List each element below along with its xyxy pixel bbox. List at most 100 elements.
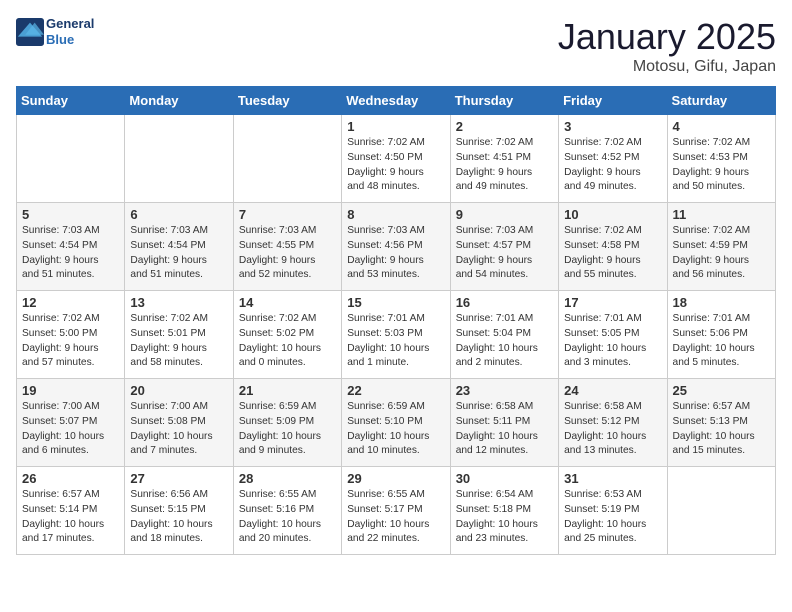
calendar-week-row: 1 Sunrise: 7:02 AM Sunset: 4:50 PM Daylig… [17, 115, 776, 203]
calendar-cell: 4 Sunrise: 7:02 AM Sunset: 4:53 PM Daylig… [667, 115, 775, 203]
day-number: 28 [239, 471, 336, 486]
header-saturday: Saturday [667, 87, 775, 115]
day-info: Sunrise: 6:57 AM Sunset: 5:14 PM Dayligh… [22, 488, 119, 547]
calendar-cell: 20Sunrise: 7:00 AM Sunset: 5:08 PM Dayli… [125, 379, 233, 467]
day-info: Sunrise: 6:53 AM Sunset: 5:19 PM Dayligh… [564, 488, 661, 547]
calendar-week-row: 12 Sunrise: 7:02 AM Sunset: 5:00 PM Dayli… [17, 291, 776, 379]
day-number: 4 [673, 119, 770, 134]
day-info: Sunrise: 6:58 AM Sunset: 5:11 PM Dayligh… [456, 400, 553, 459]
day-info: Sunrise: 7:01 AM Sunset: 5:03 PM Dayligh… [347, 312, 444, 371]
day-info: Sunrise: 6:59 AM Sunset: 5:09 PM Dayligh… [239, 400, 336, 459]
day-info: Sunrise: 7:01 AM Sunset: 5:06 PM Dayligh… [673, 312, 770, 371]
day-number: 1 [347, 119, 444, 134]
day-number: 16 [456, 295, 553, 310]
day-number: 10 [564, 207, 661, 222]
calendar-cell: 8 Sunrise: 7:03 AM Sunset: 4:56 PM Daylig… [342, 203, 450, 291]
title-block: January 2025 Motosu, Gifu, Japan [558, 16, 776, 76]
calendar-cell: 5 Sunrise: 7:03 AM Sunset: 4:54 PM Daylig… [17, 203, 125, 291]
calendar-cell: 1 Sunrise: 7:02 AM Sunset: 4:50 PM Daylig… [342, 115, 450, 203]
day-info: Sunrise: 7:01 AM Sunset: 5:04 PM Dayligh… [456, 312, 553, 371]
calendar-cell: 13Sunrise: 7:02 AM Sunset: 5:01 PM Dayli… [125, 291, 233, 379]
day-number: 13 [130, 295, 227, 310]
day-number: 7 [239, 207, 336, 222]
day-info: Sunrise: 7:00 AM Sunset: 5:08 PM Dayligh… [130, 400, 227, 459]
calendar-cell: 29Sunrise: 6:55 AM Sunset: 5:17 PM Dayli… [342, 467, 450, 555]
calendar-cell: 18 Sunrise: 7:01 AM Sunset: 5:06 PM Dayli… [667, 291, 775, 379]
day-number: 8 [347, 207, 444, 222]
calendar-cell: 23 Sunrise: 6:58 AM Sunset: 5:11 PM Dayli… [450, 379, 558, 467]
day-info: Sunrise: 6:59 AM Sunset: 5:10 PM Dayligh… [347, 400, 444, 459]
day-number: 18 [673, 295, 770, 310]
calendar-week-row: 26 Sunrise: 6:57 AM Sunset: 5:14 PM Dayli… [17, 467, 776, 555]
header-sunday: Sunday [17, 87, 125, 115]
day-number: 11 [673, 207, 770, 222]
header-tuesday: Tuesday [233, 87, 341, 115]
day-info: Sunrise: 7:02 AM Sunset: 4:52 PM Dayligh… [564, 136, 661, 195]
calendar-cell: 22 Sunrise: 6:59 AM Sunset: 5:10 PM Dayli… [342, 379, 450, 467]
logo: General Blue [16, 16, 94, 47]
calendar-week-row: 5 Sunrise: 7:03 AM Sunset: 4:54 PM Daylig… [17, 203, 776, 291]
day-number: 22 [347, 383, 444, 398]
day-info: Sunrise: 7:00 AM Sunset: 5:07 PM Dayligh… [22, 400, 119, 459]
calendar-cell: 25Sunrise: 6:57 AM Sunset: 5:13 PM Dayli… [667, 379, 775, 467]
day-info: Sunrise: 7:02 AM Sunset: 4:53 PM Dayligh… [673, 136, 770, 195]
day-number: 19 [22, 383, 119, 398]
location-subtitle: Motosu, Gifu, Japan [558, 58, 776, 76]
day-info: Sunrise: 7:02 AM Sunset: 4:59 PM Dayligh… [673, 224, 770, 283]
day-info: Sunrise: 7:03 AM Sunset: 4:54 PM Dayligh… [130, 224, 227, 283]
header-wednesday: Wednesday [342, 87, 450, 115]
calendar-cell: 17Sunrise: 7:01 AM Sunset: 5:05 PM Dayli… [559, 291, 667, 379]
calendar-cell: 14Sunrise: 7:02 AM Sunset: 5:02 PM Dayli… [233, 291, 341, 379]
calendar-cell: 31 Sunrise: 6:53 AM Sunset: 5:19 PM Dayli… [559, 467, 667, 555]
calendar-cell [125, 115, 233, 203]
day-info: Sunrise: 7:03 AM Sunset: 4:55 PM Dayligh… [239, 224, 336, 283]
calendar-cell: 19 Sunrise: 7:00 AM Sunset: 5:07 PM Dayli… [17, 379, 125, 467]
calendar-table: SundayMondayTuesdayWednesdayThursdayFrid… [16, 86, 776, 555]
calendar-cell [233, 115, 341, 203]
calendar-cell: 7 Sunrise: 7:03 AM Sunset: 4:55 PM Daylig… [233, 203, 341, 291]
calendar-cell: 15Sunrise: 7:01 AM Sunset: 5:03 PM Dayli… [342, 291, 450, 379]
calendar-cell: 27Sunrise: 6:56 AM Sunset: 5:15 PM Dayli… [125, 467, 233, 555]
day-info: Sunrise: 7:02 AM Sunset: 5:00 PM Dayligh… [22, 312, 119, 371]
day-number: 26 [22, 471, 119, 486]
day-number: 31 [564, 471, 661, 486]
calendar-cell: 26 Sunrise: 6:57 AM Sunset: 5:14 PM Dayli… [17, 467, 125, 555]
calendar-header-row: SundayMondayTuesdayWednesdayThursdayFrid… [17, 87, 776, 115]
day-info: Sunrise: 7:03 AM Sunset: 4:54 PM Dayligh… [22, 224, 119, 283]
day-number: 21 [239, 383, 336, 398]
day-number: 30 [456, 471, 553, 486]
day-info: Sunrise: 7:03 AM Sunset: 4:56 PM Dayligh… [347, 224, 444, 283]
calendar-cell: 12 Sunrise: 7:02 AM Sunset: 5:00 PM Dayli… [17, 291, 125, 379]
day-number: 23 [456, 383, 553, 398]
calendar-cell: 30 Sunrise: 6:54 AM Sunset: 5:18 PM Dayli… [450, 467, 558, 555]
day-number: 5 [22, 207, 119, 222]
header-thursday: Thursday [450, 87, 558, 115]
day-info: Sunrise: 6:56 AM Sunset: 5:15 PM Dayligh… [130, 488, 227, 547]
day-info: Sunrise: 7:01 AM Sunset: 5:05 PM Dayligh… [564, 312, 661, 371]
day-info: Sunrise: 7:02 AM Sunset: 4:50 PM Dayligh… [347, 136, 444, 195]
day-info: Sunrise: 6:57 AM Sunset: 5:13 PM Dayligh… [673, 400, 770, 459]
calendar-cell: 9 Sunrise: 7:03 AM Sunset: 4:57 PM Daylig… [450, 203, 558, 291]
day-info: Sunrise: 7:02 AM Sunset: 4:51 PM Dayligh… [456, 136, 553, 195]
calendar-cell [667, 467, 775, 555]
header-friday: Friday [559, 87, 667, 115]
day-info: Sunrise: 7:02 AM Sunset: 4:58 PM Dayligh… [564, 224, 661, 283]
logo-text: General Blue [46, 16, 94, 47]
day-info: Sunrise: 6:55 AM Sunset: 5:16 PM Dayligh… [239, 488, 336, 547]
day-number: 9 [456, 207, 553, 222]
page-header: General Blue January 2025 Motosu, Gifu, … [16, 16, 776, 76]
day-number: 12 [22, 295, 119, 310]
day-number: 6 [130, 207, 227, 222]
day-info: Sunrise: 7:02 AM Sunset: 5:02 PM Dayligh… [239, 312, 336, 371]
calendar-cell: 10 Sunrise: 7:02 AM Sunset: 4:58 PM Dayli… [559, 203, 667, 291]
calendar-week-row: 19 Sunrise: 7:00 AM Sunset: 5:07 PM Dayli… [17, 379, 776, 467]
day-number: 24 [564, 383, 661, 398]
day-number: 2 [456, 119, 553, 134]
day-info: Sunrise: 7:03 AM Sunset: 4:57 PM Dayligh… [456, 224, 553, 283]
calendar-cell: 3Sunrise: 7:02 AM Sunset: 4:52 PM Daylig… [559, 115, 667, 203]
calendar-cell [17, 115, 125, 203]
month-title: January 2025 [558, 16, 776, 58]
calendar-cell: 21 Sunrise: 6:59 AM Sunset: 5:09 PM Dayli… [233, 379, 341, 467]
day-info: Sunrise: 6:54 AM Sunset: 5:18 PM Dayligh… [456, 488, 553, 547]
calendar-cell: 28 Sunrise: 6:55 AM Sunset: 5:16 PM Dayli… [233, 467, 341, 555]
